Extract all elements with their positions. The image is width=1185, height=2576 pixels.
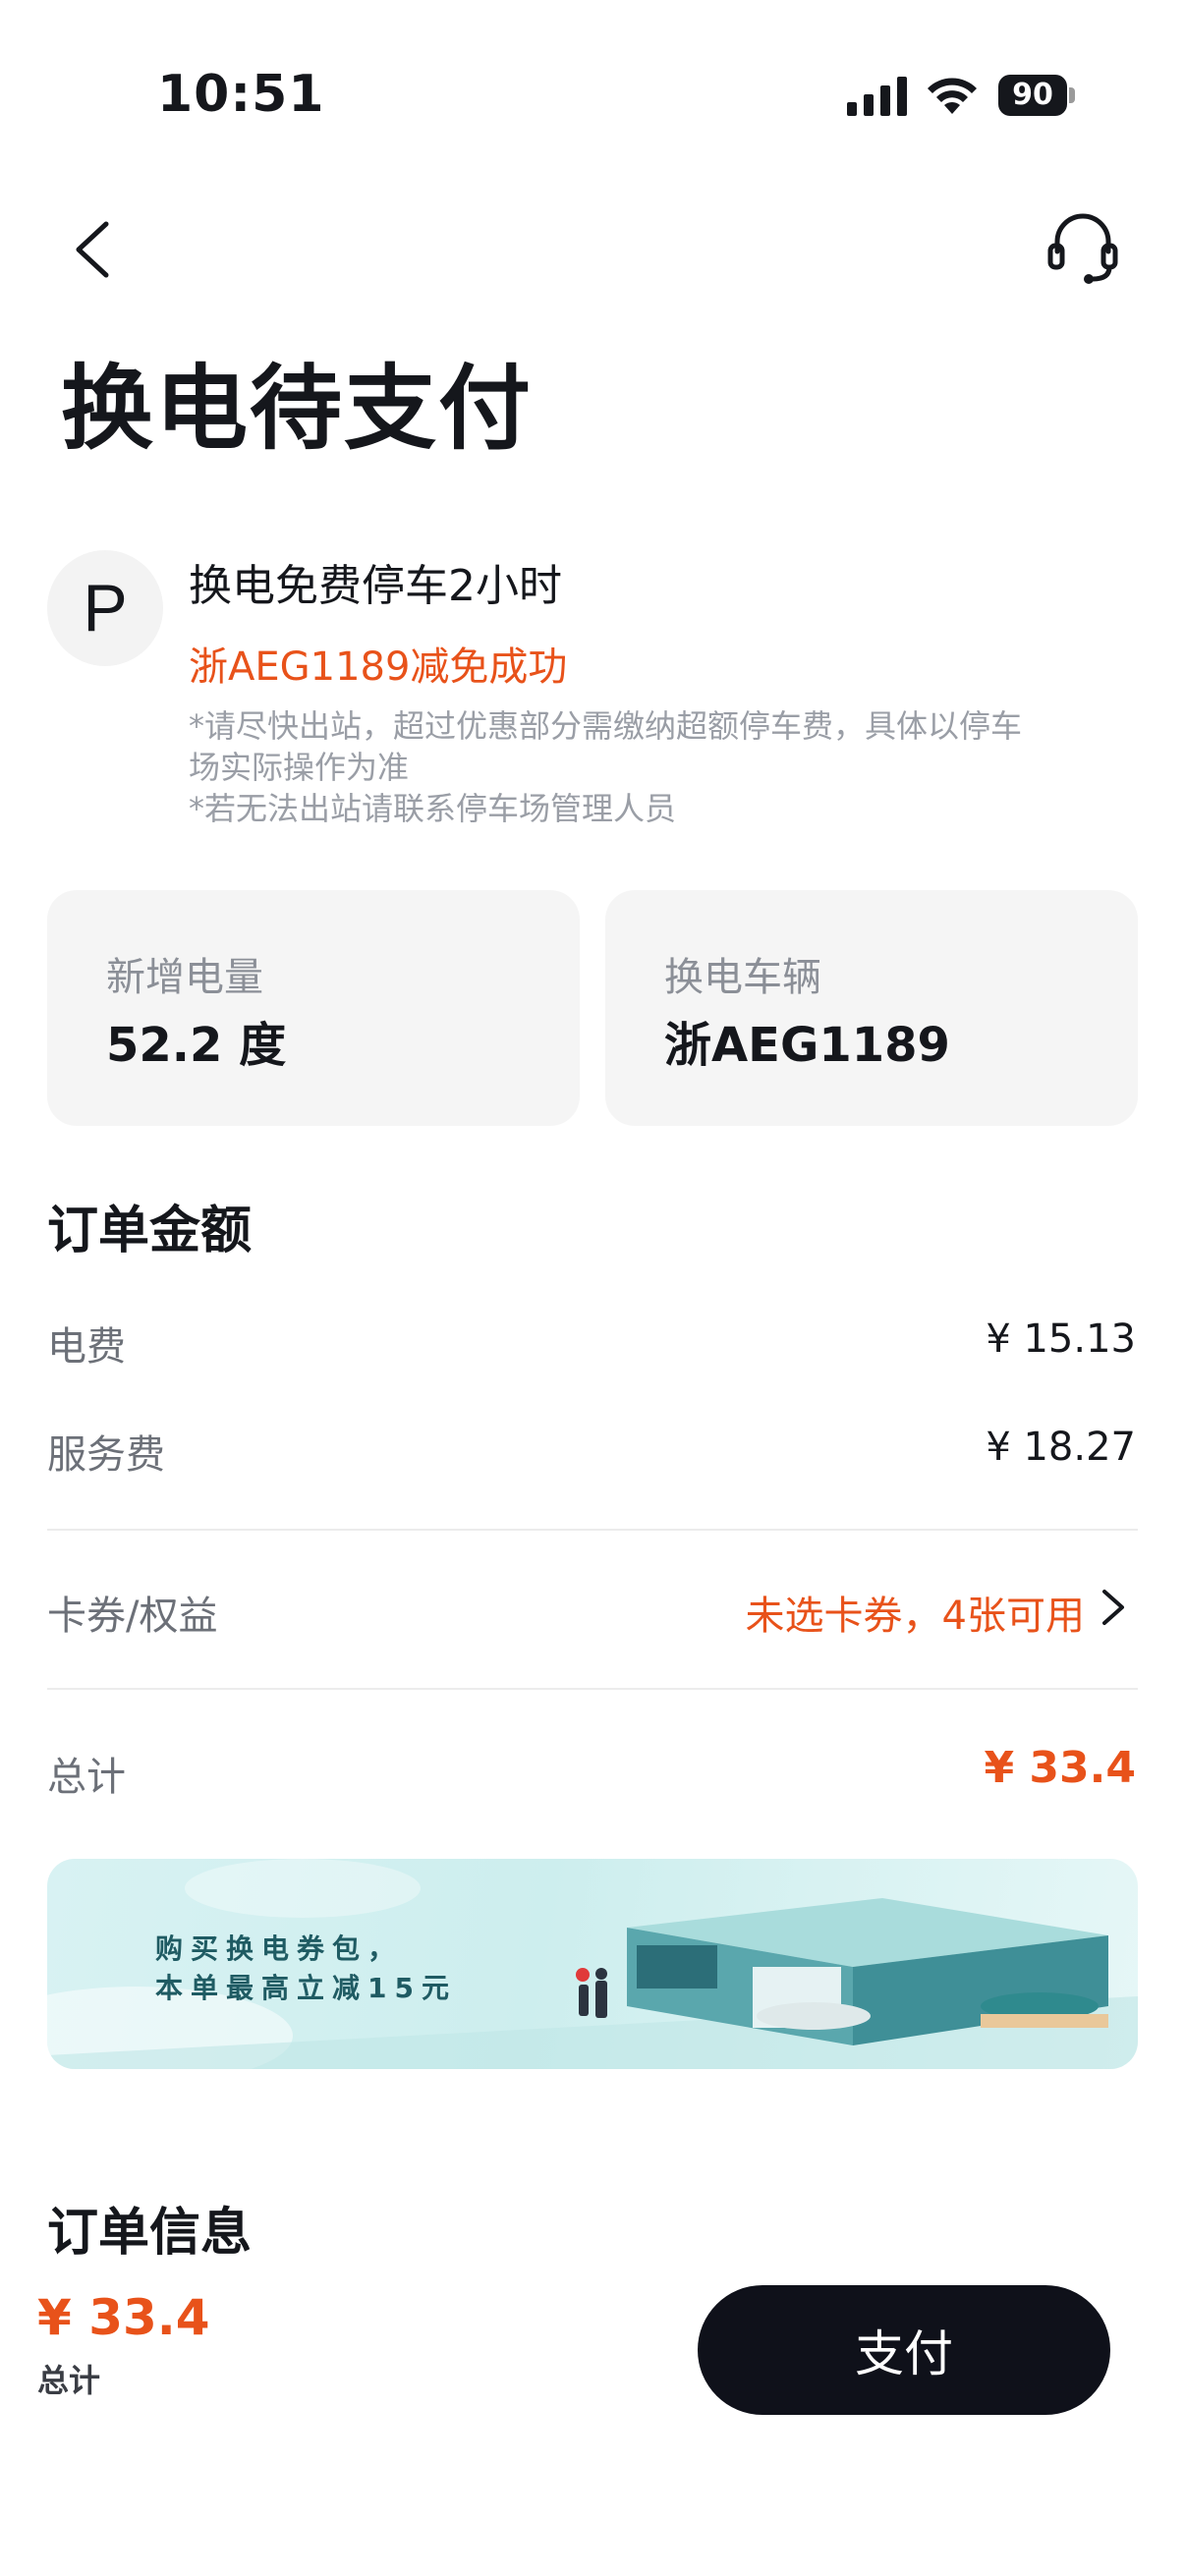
- wifi-icon: [928, 78, 977, 114]
- service-fee-label: 服务费: [47, 1432, 165, 1478]
- pay-button[interactable]: 支付: [698, 2285, 1110, 2415]
- electricity-fee-value: ¥ 15.13: [986, 1316, 1136, 1362]
- parking-title: 换电免费停车2小时: [189, 561, 562, 611]
- parking-status: 浙AEG1189减免成功: [189, 644, 568, 690]
- back-arrow-icon[interactable]: [69, 218, 114, 281]
- vehicle-label: 换电车辆: [664, 955, 821, 1000]
- footer-price: ¥ 33.4: [37, 2289, 210, 2346]
- divider: [47, 1529, 1138, 1531]
- chevron-right-icon[interactable]: [1099, 1586, 1128, 1629]
- parking-note-1: *请尽快出站，超过优惠部分需缴纳超额停车费，具体以停车: [189, 707, 1023, 745]
- coupon-label[interactable]: 卡券/权益: [47, 1584, 217, 1641]
- banner-line-2: 本单最高立减15元: [155, 1972, 457, 2004]
- footer-price-label: 总计: [37, 2362, 101, 2399]
- coupon-value[interactable]: 未选卡券，4张可用: [746, 1584, 1085, 1641]
- order-info-heading: 订单信息: [47, 2204, 253, 2263]
- headset-icon[interactable]: [1045, 208, 1120, 287]
- status-time: 10:51: [157, 65, 325, 124]
- signal-icon: [847, 77, 907, 116]
- energy-label: 新增电量: [106, 955, 263, 1000]
- total-label: 总计: [47, 1755, 126, 1800]
- battery-level: 90: [998, 75, 1067, 116]
- energy-value: 52.2 度: [106, 1018, 287, 1073]
- energy-card: 新增电量 52.2 度: [47, 890, 580, 1126]
- page-title: 换电待支付: [61, 356, 534, 463]
- order-amount-heading: 订单金额: [47, 1202, 253, 1260]
- electricity-fee-label: 电费: [47, 1324, 126, 1370]
- parking-icon-letter: P: [83, 571, 128, 645]
- coupon-pack-banner[interactable]: 购买换电券包， 本单最高立减15元: [47, 1859, 1138, 2069]
- parking-note-2: 场实际操作为准: [189, 749, 410, 786]
- service-fee-value: ¥ 18.27: [986, 1425, 1136, 1470]
- banner-line-1: 购买换电券包，: [155, 1932, 404, 1965]
- vehicle-card: 换电车辆 浙AEG1189: [605, 890, 1138, 1126]
- parking-icon: P: [47, 550, 163, 666]
- battery-icon: 90: [998, 75, 1075, 116]
- total-value: ¥ 33.4: [984, 1743, 1137, 1793]
- vehicle-value: 浙AEG1189: [664, 1018, 950, 1073]
- divider: [47, 1688, 1138, 1690]
- parking-note-3: *若无法出站请联系停车场管理人员: [189, 790, 677, 827]
